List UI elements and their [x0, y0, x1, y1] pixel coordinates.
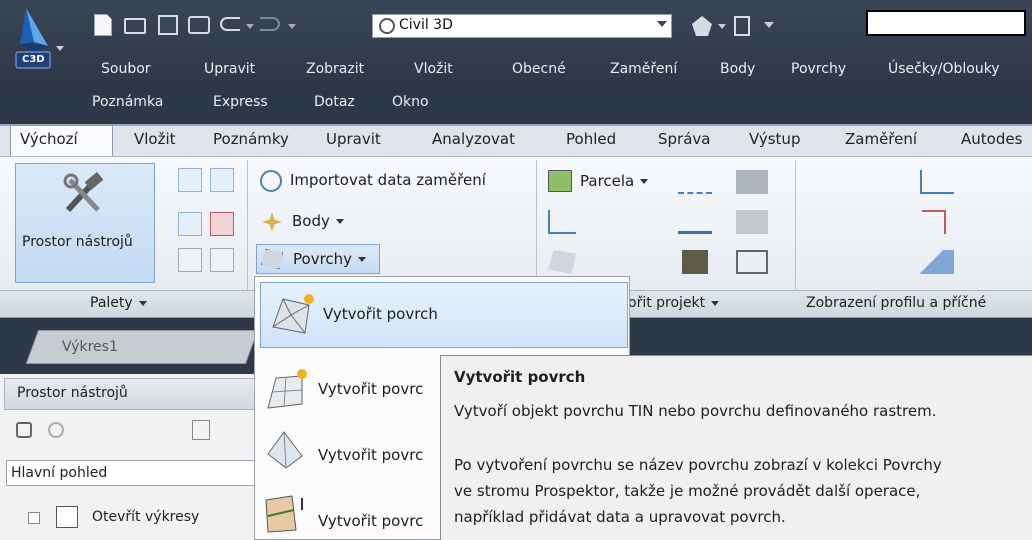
tooltip-title: Vytvořit povrch [454, 368, 586, 386]
menu-window[interactable]: Okno [392, 94, 429, 110]
create-surface-from-gis-label[interactable]: Vytvořit povrc [318, 512, 423, 530]
menu-points[interactable]: Body [720, 61, 755, 77]
chevron-down-icon [657, 21, 667, 27]
profile-section-panel-label[interactable]: Zobrazení profilu a příčné [806, 295, 986, 311]
create-surface-label: Vytvořit povrch [323, 305, 438, 323]
menu-surfaces[interactable]: Povrchy [791, 61, 846, 77]
copy-icon[interactable] [192, 420, 210, 440]
zoom-icon[interactable] [16, 422, 32, 438]
settings-palette-icon[interactable] [210, 168, 234, 192]
tab-output[interactable]: Výstup [749, 130, 800, 148]
menu-survey[interactable]: Zaměření [610, 61, 677, 77]
toolspace-header[interactable]: Prostor nástrojů [4, 378, 256, 410]
workspace-name: Civil 3D [399, 17, 453, 33]
feature-line-icon[interactable] [548, 210, 576, 234]
palettes-panel-label[interactable]: Palety [90, 295, 147, 311]
tree-collapse-icon[interactable] [28, 512, 40, 524]
surface-icon [261, 249, 283, 269]
properties-palette-icon[interactable] [178, 248, 202, 272]
tab-modify[interactable]: Upravit [326, 130, 381, 148]
view-select[interactable]: Hlavní pohled [6, 460, 256, 486]
panorama-icon[interactable] [210, 248, 234, 272]
sample-lines-icon[interactable] [922, 210, 946, 234]
tooltip-detail-line: ve stromu Prospektor, takže je možné pro… [454, 482, 921, 500]
parcel-button[interactable]: Parcela [580, 172, 649, 190]
tab-autodesk[interactable]: Autodes [961, 130, 1022, 148]
tab-home-label: Výchozí [20, 130, 78, 148]
create-grid-surface-label[interactable]: Vytvořit povrc [318, 380, 423, 398]
tab-view[interactable]: Pohled [566, 130, 616, 148]
toolspace-button-label: Prostor nástrojů [22, 234, 133, 250]
tooltip-detail-line: Po vytvoření povrchu se název povrchu zo… [454, 456, 942, 474]
alignment-icon[interactable] [678, 170, 712, 194]
menu-express[interactable]: Express [213, 94, 268, 110]
create-surface-icon [269, 293, 315, 337]
surfaces-button[interactable]: Povrchy [256, 244, 380, 274]
gear-icon [379, 18, 395, 34]
application-menu-button[interactable]: C3D [12, 6, 70, 70]
create-design-panel-label[interactable]: ořit projekt [628, 295, 720, 311]
print-icon[interactable] [188, 16, 210, 34]
menu-inquiry[interactable]: Dotaz [314, 94, 355, 110]
save-icon[interactable] [158, 15, 178, 35]
undo-dropdown-icon[interactable] [246, 24, 254, 29]
surfaces-button-label: Povrchy [293, 250, 367, 268]
new-file-icon[interactable] [94, 14, 112, 36]
pipe-network-icon[interactable] [736, 250, 768, 274]
section-view-icon[interactable] [920, 250, 954, 274]
redo-icon[interactable] [260, 17, 280, 31]
menu-general[interactable]: Obecné [512, 61, 566, 77]
prospector-icon[interactable] [178, 168, 202, 192]
tab-insert[interactable]: Vložit [134, 130, 176, 148]
grid-surface-icon [262, 368, 308, 414]
intersection-icon[interactable] [736, 170, 768, 194]
import-survey-data-button[interactable]: Importovat data zaměření [290, 171, 486, 189]
tab-annotate[interactable]: Poznámky [213, 130, 289, 148]
tree-item-open-drawings[interactable]: Otevřít výkresy [92, 509, 199, 525]
customize-toolbar-icon[interactable] [764, 22, 774, 28]
tab-home[interactable]: Výchozí [10, 125, 113, 157]
import-survey-icon [260, 170, 282, 192]
surface-from-gis-icon [262, 490, 308, 536]
open-folder-icon[interactable] [124, 18, 146, 34]
view-select-value: Hlavní pohled [11, 465, 108, 481]
tooltip-description: Vytvoří objekt povrchu TIN nebo povrchu … [454, 402, 937, 420]
undo-icon[interactable] [220, 17, 240, 31]
menu-edit[interactable]: Upravit [204, 61, 255, 77]
tab-analyze[interactable]: Analyzovat [432, 130, 515, 148]
profile-icon[interactable] [678, 210, 712, 234]
document-tab[interactable] [25, 330, 259, 364]
toolspace-title: Prostor nástrojů [17, 385, 128, 401]
menu-view[interactable]: Zobrazit [306, 61, 364, 77]
assembly-icon[interactable] [736, 210, 768, 234]
window-layout-icon[interactable] [734, 16, 750, 36]
create-tin-volume-surface-label[interactable]: Vytvořit povrc [318, 446, 423, 464]
tab-manage[interactable]: Správa [658, 130, 710, 148]
workspace-selector[interactable]: Civil 3D [372, 14, 672, 38]
tab-survey[interactable]: Zaměření [845, 130, 917, 148]
share-dropdown-icon[interactable] [718, 24, 726, 29]
menu-insert[interactable]: Vložit [414, 61, 453, 77]
menu-file[interactable]: Soubor [101, 61, 151, 77]
parcel-icon [548, 170, 572, 192]
points-button[interactable]: Body [292, 212, 344, 230]
toolbox-icon[interactable] [210, 212, 234, 236]
tools-icon [62, 172, 106, 216]
create-surface-item[interactable]: Vytvořit povrch [260, 282, 628, 348]
redo-dropdown-icon[interactable] [288, 24, 296, 29]
tooltip-detail-line: například přidávat data a upravovat povr… [454, 508, 786, 526]
refresh-icon[interactable] [48, 422, 64, 438]
tooltip-create-surface: Vytvořit povrch Vytvoří objekt povrchu T… [440, 355, 1032, 540]
document-tab-label: Výkres1 [62, 339, 118, 355]
corridor-icon[interactable] [682, 250, 708, 274]
app-logo-text: C3D [22, 54, 45, 65]
menu-annotation[interactable]: Poznámka [92, 94, 163, 110]
tin-volume-surface-icon [262, 426, 308, 472]
survey-palette-icon[interactable] [178, 212, 202, 236]
menu-lines-curves[interactable]: Úsečky/Oblouky [888, 61, 1000, 77]
profile-view-icon[interactable] [920, 170, 954, 194]
title-search-box[interactable] [866, 10, 1026, 36]
drawing-file-icon [56, 506, 78, 528]
toolspace-button[interactable]: Prostor nástrojů [15, 163, 155, 283]
